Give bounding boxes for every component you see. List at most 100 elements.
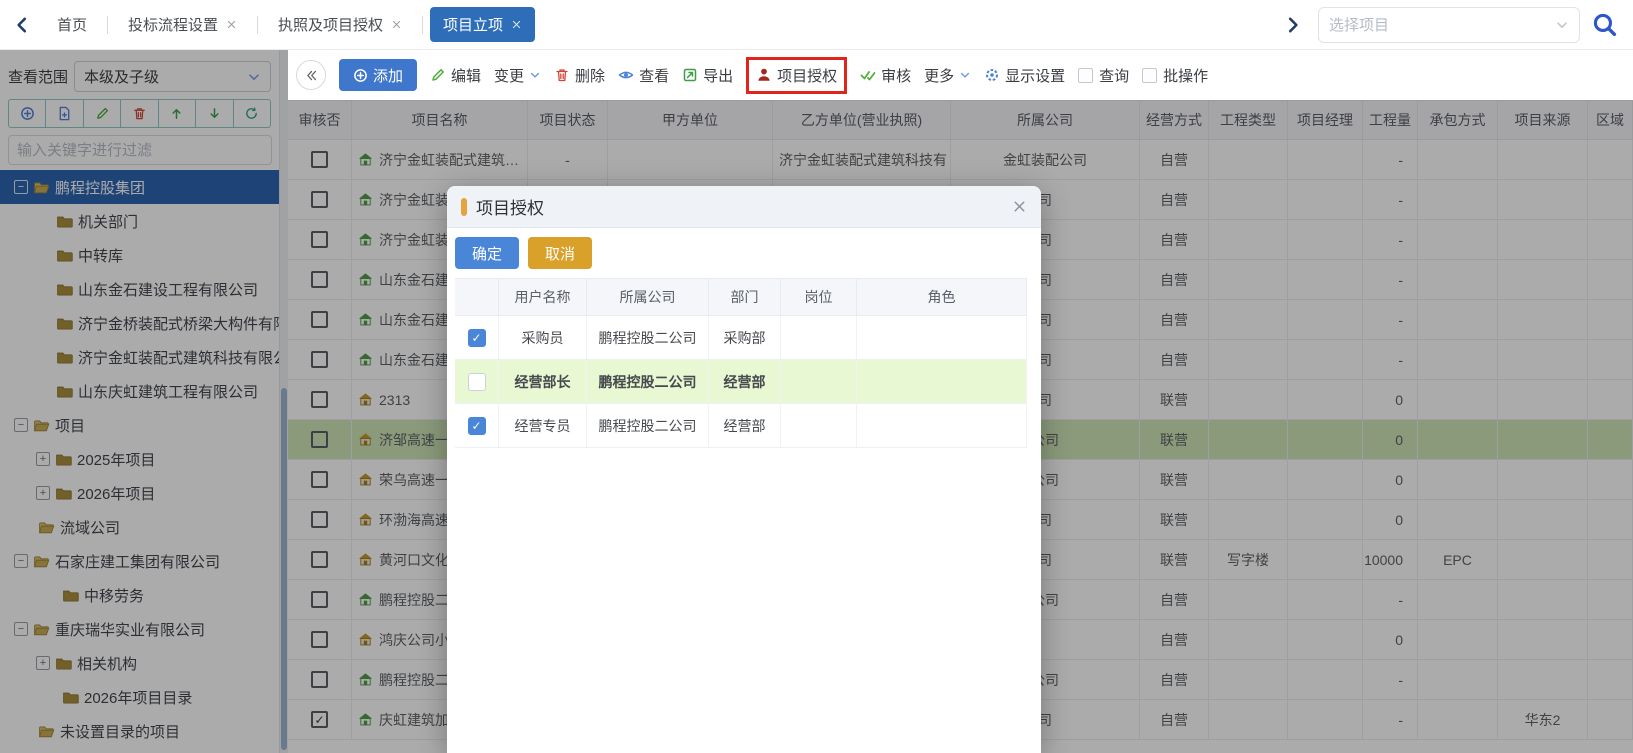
user-cell — [455, 360, 499, 403]
checkbox-box[interactable] — [1078, 68, 1093, 83]
user-table-header: 用户名称所属公司部门岗位角色 — [455, 278, 1027, 316]
tab-1[interactable]: 投标流程设置 — [115, 7, 250, 42]
delete-button[interactable]: 删除 — [554, 65, 605, 86]
user-row-checkbox[interactable]: ✓ — [468, 329, 486, 347]
user-row-checkbox[interactable]: ✓ — [468, 417, 486, 435]
user-row[interactable]: ✓ 经营专员鹏程控股二公司经营部 — [455, 404, 1027, 448]
chevron-down-icon — [1555, 18, 1569, 32]
user-cell: 经营部长 — [499, 360, 587, 403]
cancel-button[interactable]: 取消 — [528, 237, 592, 269]
user-cell — [857, 360, 1027, 403]
double-check-icon — [860, 67, 876, 83]
tab-label: 项目立项 — [443, 14, 503, 35]
checkbox-label: 查询 — [1099, 65, 1129, 86]
button-label: 查看 — [639, 65, 669, 86]
project-select-placeholder: 选择项目 — [1329, 14, 1555, 35]
user-cell — [781, 316, 857, 359]
user-column-header[interactable]: 角色 — [857, 279, 1027, 315]
project-authorization-dialog: 项目授权 确定 取消 用户名称所属公司部门岗位角色 ✓采购员鹏程控股二公司采购部… — [447, 186, 1041, 753]
user-cell: 采购员 — [499, 316, 587, 359]
user-cell: 鹏程控股二公司 — [587, 360, 709, 403]
close-icon[interactable] — [226, 19, 237, 30]
tab-3[interactable]: 项目立项 — [430, 7, 535, 42]
user-cell: ✓ — [455, 404, 499, 447]
user-row-checkbox[interactable] — [468, 373, 486, 391]
circle-plus-icon — [353, 68, 368, 83]
tab-0[interactable]: 首页 — [44, 7, 100, 42]
chevron-double-left-icon — [305, 69, 318, 82]
button-label: 导出 — [703, 65, 733, 86]
eye-icon — [618, 67, 634, 83]
user-row[interactable]: 经营部长鹏程控股二公司经营部 — [455, 360, 1027, 404]
more-button[interactable]: 更多 — [924, 65, 971, 86]
tab-separator — [422, 16, 423, 34]
user-table-body: ✓采购员鹏程控股二公司采购部经营部长鹏程控股二公司经营部✓经营专员鹏程控股二公司… — [455, 316, 1027, 448]
user-cell: 鹏程控股二公司 — [587, 404, 709, 447]
pencil-icon — [430, 67, 446, 83]
user-column-header[interactable]: 所属公司 — [587, 279, 709, 315]
dim-overlay-sidebar — [0, 50, 288, 753]
add-button[interactable]: 添加 — [339, 59, 417, 91]
user-cell — [781, 360, 857, 403]
query-checkbox[interactable]: 查询 — [1078, 65, 1129, 86]
tabs-scroll-right-icon[interactable] — [1284, 16, 1302, 34]
user-column-header[interactable] — [455, 279, 499, 315]
user-column-header[interactable]: 用户名称 — [499, 279, 587, 315]
dialog-header: 项目授权 — [447, 186, 1041, 228]
close-icon[interactable] — [391, 19, 402, 30]
user-table: 用户名称所属公司部门岗位角色 ✓采购员鹏程控股二公司采购部经营部长鹏程控股二公司… — [455, 278, 1027, 448]
close-icon[interactable] — [511, 19, 522, 30]
tab-label: 投标流程设置 — [128, 14, 218, 35]
project-select[interactable]: 选择项目 — [1318, 7, 1580, 43]
change-button[interactable]: 变更 — [494, 65, 541, 86]
tab-2[interactable]: 执照及项目授权 — [265, 7, 415, 42]
person-icon — [756, 67, 772, 83]
export-button[interactable]: 导出 — [682, 65, 733, 86]
tab-label: 首页 — [57, 14, 87, 35]
user-row[interactable]: ✓采购员鹏程控股二公司采购部 — [455, 316, 1027, 360]
user-cell: 经营部 — [709, 404, 781, 447]
dialog-actions: 确定 取消 — [455, 237, 1041, 269]
tabs-scroll-left-icon[interactable] — [13, 16, 31, 34]
user-column-header[interactable]: 部门 — [709, 279, 781, 315]
button-label: 审核 — [881, 65, 911, 86]
tab-label: 执照及项目授权 — [278, 14, 383, 35]
user-cell: ✓ — [455, 316, 499, 359]
project-authorize-button[interactable]: 项目授权 — [746, 57, 847, 94]
button-label: 删除 — [575, 65, 605, 86]
search-icon[interactable] — [1592, 12, 1617, 37]
user-cell — [857, 316, 1027, 359]
user-cell: 经营专员 — [499, 404, 587, 447]
checkbox-label: 批操作 — [1163, 65, 1208, 86]
audit-button[interactable]: 审核 — [860, 65, 911, 86]
close-icon[interactable] — [1012, 199, 1027, 214]
user-column-header[interactable]: 岗位 — [781, 279, 857, 315]
user-cell: 鹏程控股二公司 — [587, 316, 709, 359]
topbar: 首页 投标流程设置 执照及项目授权 项目立项 选择项目 — [0, 0, 1633, 50]
dialog-title: 项目授权 — [476, 194, 544, 219]
export-icon — [682, 67, 698, 83]
checkbox-box[interactable] — [1142, 68, 1157, 83]
button-label: 添加 — [373, 65, 403, 86]
user-cell: 经营部 — [709, 360, 781, 403]
button-label: 变更 — [494, 65, 524, 86]
button-label: 项目授权 — [777, 65, 837, 86]
view-button[interactable]: 查看 — [618, 65, 669, 86]
tab-bar: 首页 投标流程设置 执照及项目授权 项目立项 — [41, 7, 538, 42]
collapse-panel-button[interactable] — [296, 60, 326, 90]
confirm-button[interactable]: 确定 — [455, 237, 519, 269]
title-accent-bar — [461, 198, 467, 216]
chevron-down-icon — [959, 69, 971, 81]
app-window: 首页投标流程设置执照及项目授权项目立项 选择项目 查看范围 本级及子级 −鹏程控… — [0, 0, 1633, 753]
batch-ops-checkbox[interactable]: 批操作 — [1142, 65, 1208, 86]
user-cell — [781, 404, 857, 447]
display-settings-button[interactable]: 显示设置 — [984, 65, 1065, 86]
tab-separator — [107, 16, 108, 34]
user-cell — [857, 404, 1027, 447]
button-label: 更多 — [924, 65, 954, 86]
button-label: 编辑 — [451, 65, 481, 86]
gear-icon — [984, 67, 1000, 83]
trash-icon — [554, 67, 570, 83]
edit-button[interactable]: 编辑 — [430, 65, 481, 86]
table-toolbar: 添加 编辑变更 删除 查看 导出 项目授权 审核更多 显示设置 查询 批操作 — [288, 50, 1633, 100]
